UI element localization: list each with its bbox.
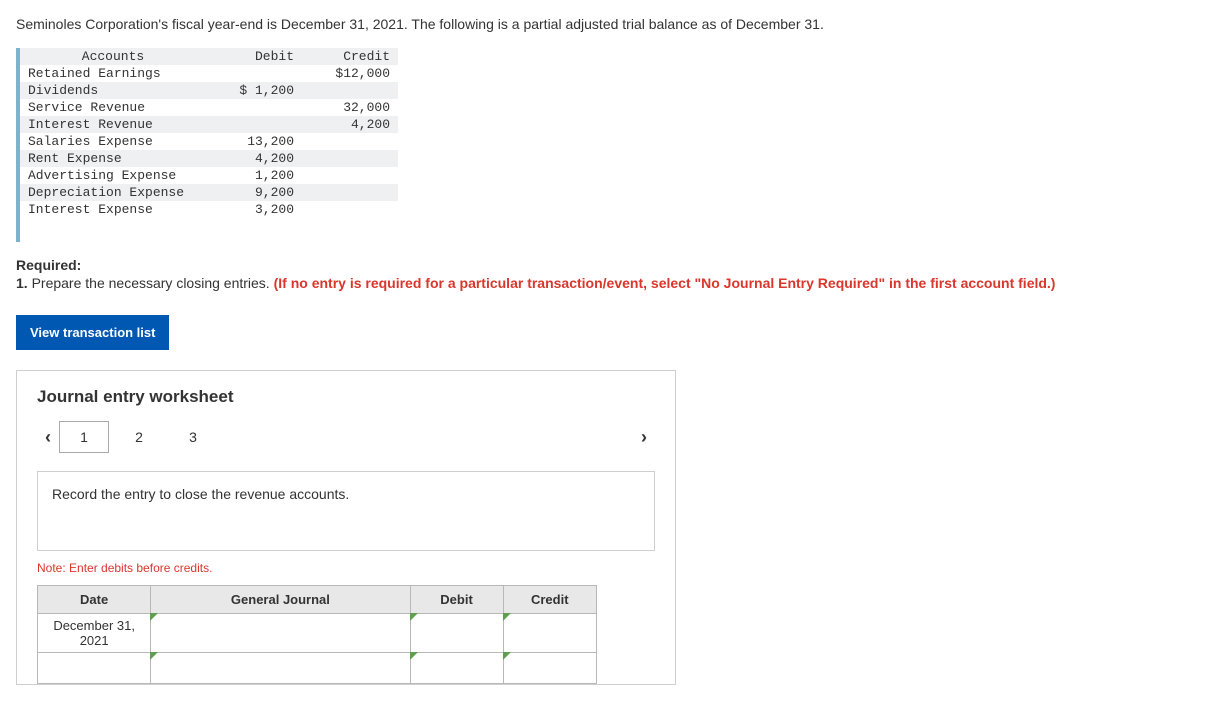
debit-cell: 13,200 bbox=[206, 133, 302, 150]
credit-cell bbox=[302, 201, 398, 218]
next-arrow-icon[interactable]: › bbox=[633, 427, 655, 448]
col-accounts: Accounts bbox=[20, 48, 206, 65]
account-cell: Retained Earnings bbox=[20, 65, 206, 82]
debit-cell: 9,200 bbox=[206, 184, 302, 201]
view-transaction-list-button[interactable]: View transaction list bbox=[16, 315, 169, 350]
tabs-row: ‹ 1 2 3 › bbox=[37, 421, 655, 453]
account-cell: Depreciation Expense bbox=[20, 184, 206, 201]
dropdown-indicator-icon bbox=[503, 613, 511, 621]
account-cell: Dividends bbox=[20, 82, 206, 99]
table-row: Interest Expense 3,200 bbox=[20, 201, 398, 218]
table-row: Advertising Expense 1,200 bbox=[20, 167, 398, 184]
debit-cell bbox=[206, 116, 302, 133]
prev-arrow-icon[interactable]: ‹ bbox=[37, 427, 59, 448]
account-cell: Advertising Expense bbox=[20, 167, 206, 184]
table-row: Rent Expense 4,200 bbox=[20, 150, 398, 167]
debit-cell: 4,200 bbox=[206, 150, 302, 167]
account-cell: Service Revenue bbox=[20, 99, 206, 116]
credit-cell bbox=[302, 184, 398, 201]
col-general-journal: General Journal bbox=[151, 586, 410, 614]
dropdown-indicator-icon bbox=[410, 613, 418, 621]
required-line: 1. Prepare the necessary closing entries… bbox=[16, 275, 1192, 291]
col-credit: Credit bbox=[302, 48, 398, 65]
trial-balance-table: Accounts Debit Credit Retained Earnings … bbox=[20, 48, 398, 218]
journal-worksheet: Journal entry worksheet ‹ 1 2 3 › Record… bbox=[16, 370, 676, 685]
table-row: Dividends $ 1,200 bbox=[20, 82, 398, 99]
credit-cell bbox=[302, 150, 398, 167]
table-row: Interest Revenue 4,200 bbox=[20, 116, 398, 133]
account-cell: Rent Expense bbox=[20, 150, 206, 167]
required-red: (If no entry is required for a particula… bbox=[274, 275, 1056, 291]
general-journal-cell[interactable] bbox=[151, 653, 410, 684]
tab-2[interactable]: 2 bbox=[115, 422, 163, 452]
date-cell[interactable] bbox=[38, 653, 151, 684]
required-num: 1. bbox=[16, 275, 28, 291]
debit-cell: 3,200 bbox=[206, 201, 302, 218]
col-debit: Debit bbox=[410, 586, 503, 614]
required-block: Required: 1. Prepare the necessary closi… bbox=[16, 257, 1192, 291]
account-cell: Interest Expense bbox=[20, 201, 206, 218]
entry-row: December 31, 2021 bbox=[38, 614, 597, 653]
tab-1[interactable]: 1 bbox=[59, 421, 109, 453]
credit-cell bbox=[302, 133, 398, 150]
entry-row bbox=[38, 653, 597, 684]
table-row: Retained Earnings $12,000 bbox=[20, 65, 398, 82]
note-text: Note: Enter debits before credits. bbox=[37, 561, 655, 575]
debit-cell[interactable] bbox=[410, 653, 503, 684]
date-cell[interactable]: December 31, 2021 bbox=[38, 614, 151, 653]
required-text: Prepare the necessary closing entries. bbox=[28, 275, 274, 291]
debit-cell bbox=[206, 99, 302, 116]
credit-cell: 32,000 bbox=[302, 99, 398, 116]
debit-cell: $ 1,200 bbox=[206, 82, 302, 99]
credit-cell bbox=[302, 82, 398, 99]
instruction-box: Record the entry to close the revenue ac… bbox=[37, 471, 655, 551]
journal-entry-table: Date General Journal Debit Credit Decemb… bbox=[37, 585, 597, 684]
debit-cell: 1,200 bbox=[206, 167, 302, 184]
instruction-text: Record the entry to close the revenue ac… bbox=[52, 486, 349, 502]
required-heading: Required: bbox=[16, 257, 1192, 273]
entry-header-row: Date General Journal Debit Credit bbox=[38, 586, 597, 614]
worksheet-title: Journal entry worksheet bbox=[37, 387, 655, 407]
debit-cell bbox=[206, 65, 302, 82]
table-row: Salaries Expense 13,200 bbox=[20, 133, 398, 150]
col-debit: Debit bbox=[206, 48, 302, 65]
credit-cell[interactable] bbox=[503, 653, 596, 684]
account-cell: Interest Revenue bbox=[20, 116, 206, 133]
tab-3[interactable]: 3 bbox=[169, 422, 217, 452]
table-row: Depreciation Expense 9,200 bbox=[20, 184, 398, 201]
dropdown-indicator-icon bbox=[150, 652, 158, 660]
account-cell: Salaries Expense bbox=[20, 133, 206, 150]
dropdown-indicator-icon bbox=[503, 652, 511, 660]
intro-text: Seminoles Corporation's fiscal year-end … bbox=[16, 16, 1192, 32]
credit-cell: $12,000 bbox=[302, 65, 398, 82]
dropdown-indicator-icon bbox=[410, 652, 418, 660]
credit-cell[interactable] bbox=[503, 614, 596, 653]
credit-cell bbox=[302, 167, 398, 184]
col-date: Date bbox=[38, 586, 151, 614]
col-credit: Credit bbox=[503, 586, 596, 614]
general-journal-cell[interactable] bbox=[151, 614, 410, 653]
dropdown-indicator-icon bbox=[150, 613, 158, 621]
trial-balance-container: Accounts Debit Credit Retained Earnings … bbox=[16, 48, 398, 242]
table-header-row: Accounts Debit Credit bbox=[20, 48, 398, 65]
table-row: Service Revenue 32,000 bbox=[20, 99, 398, 116]
credit-cell: 4,200 bbox=[302, 116, 398, 133]
debit-cell[interactable] bbox=[410, 614, 503, 653]
